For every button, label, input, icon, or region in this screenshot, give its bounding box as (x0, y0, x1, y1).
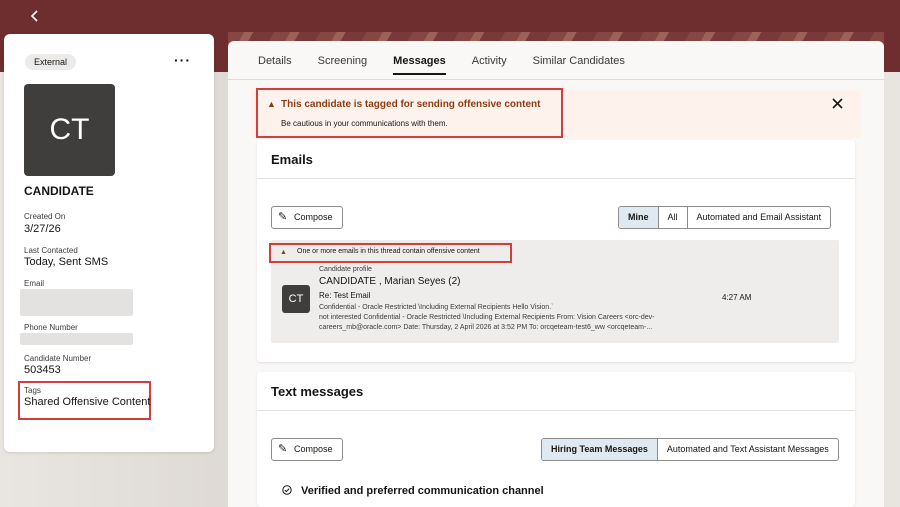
thread-warning-icon: ▲ (280, 249, 287, 256)
tab-bar: Details Screening Messages Activity Simi… (258, 55, 651, 75)
filter-automated-email-assistant[interactable]: Automated and Email Assistant (688, 207, 831, 228)
tags-value: Shared Offensive Content (24, 396, 151, 408)
alert-title: This candidate is tagged for sending off… (281, 99, 541, 110)
filter-hiring-team-messages[interactable]: Hiring Team Messages (542, 439, 658, 460)
filter-all[interactable]: All (659, 207, 688, 228)
tab-divider (228, 79, 884, 80)
emails-card: Emails ✎ Compose Mine All Automated and … (257, 140, 855, 362)
compose-icon: ✎ (278, 211, 288, 223)
tab-similar-candidates[interactable]: Similar Candidates (533, 55, 625, 75)
compose-text-button[interactable]: ✎ Compose (271, 438, 343, 461)
email-label: Email (24, 279, 45, 288)
more-horizontal-icon: ··· (174, 52, 191, 68)
compose-email-label: Compose (294, 212, 333, 222)
close-alert-button[interactable] (832, 96, 843, 112)
filter-automated-text-assistant[interactable]: Automated and Text Assistant Messages (658, 439, 838, 460)
text-filter-group: Hiring Team Messages Automated and Text … (541, 438, 839, 461)
created-on-label: Created On (24, 212, 66, 221)
last-contacted-label: Last Contacted (24, 246, 78, 255)
alert-highlight (256, 88, 563, 138)
candidate-number-value: 503453 (24, 364, 61, 376)
last-contacted-value: Today, Sent SMS (24, 256, 109, 268)
filter-mine[interactable]: Mine (619, 207, 659, 228)
thread-time: 4:27 AM (722, 293, 752, 302)
main-panel: Details Screening Messages Activity Simi… (228, 41, 884, 507)
thread-preview-line-3: careers_mb@oracle.com> Date: Thursday, 2… (319, 324, 653, 331)
phone-value-redacted (20, 333, 133, 345)
check-circle-icon (282, 485, 292, 498)
compose-email-button[interactable]: ✎ Compose (271, 206, 343, 229)
email-value-redacted (20, 289, 133, 316)
email-filter-group: Mine All Automated and Email Assistant (618, 206, 832, 229)
alert-subtitle: Be cautious in your communications with … (281, 119, 448, 128)
tags-label: Tags (24, 386, 41, 395)
warning-icon: ▲ (267, 99, 276, 109)
thread-sender: CANDIDATE , Marian Seyes (2) (319, 276, 461, 287)
thread-source: Candidate profile (319, 266, 372, 273)
tab-activity[interactable]: Activity (472, 55, 507, 75)
compose-icon: ✎ (278, 443, 288, 455)
back-button[interactable] (28, 8, 46, 26)
phone-label: Phone Number (24, 323, 78, 332)
thread-preview-line-1: Confidential - Oracle Restricted \Includ… (319, 304, 554, 311)
compose-text-label: Compose (294, 444, 333, 454)
more-actions-button[interactable]: ··· (174, 52, 191, 68)
avatar: CT (24, 84, 115, 176)
thread-warning-text: One or more emails in this thread contai… (297, 248, 480, 255)
thread-preview-line-2: not interested Confidential - Oracle Res… (319, 314, 655, 321)
candidate-profile-card: External ··· CT CANDIDATE Created On 3/2… (4, 34, 214, 452)
text-messages-title: Text messages (271, 384, 364, 399)
chevron-left-icon (30, 10, 38, 22)
tab-screening[interactable]: Screening (318, 55, 368, 75)
created-on-value: 3/27/26 (24, 223, 61, 235)
text-messages-divider (257, 410, 855, 411)
tab-details[interactable]: Details (258, 55, 292, 75)
close-icon (832, 98, 843, 109)
external-chip: External (25, 54, 77, 70)
thread-avatar: CT (282, 285, 310, 313)
tab-messages[interactable]: Messages (393, 55, 446, 75)
emails-divider (257, 178, 855, 179)
candidate-number-label: Candidate Number (24, 354, 92, 363)
verified-channel-label: Verified and preferred communication cha… (301, 485, 544, 497)
candidate-name: CANDIDATE (24, 184, 94, 198)
emails-title: Emails (271, 152, 313, 167)
thread-subject: Re: Test Email (319, 291, 371, 300)
